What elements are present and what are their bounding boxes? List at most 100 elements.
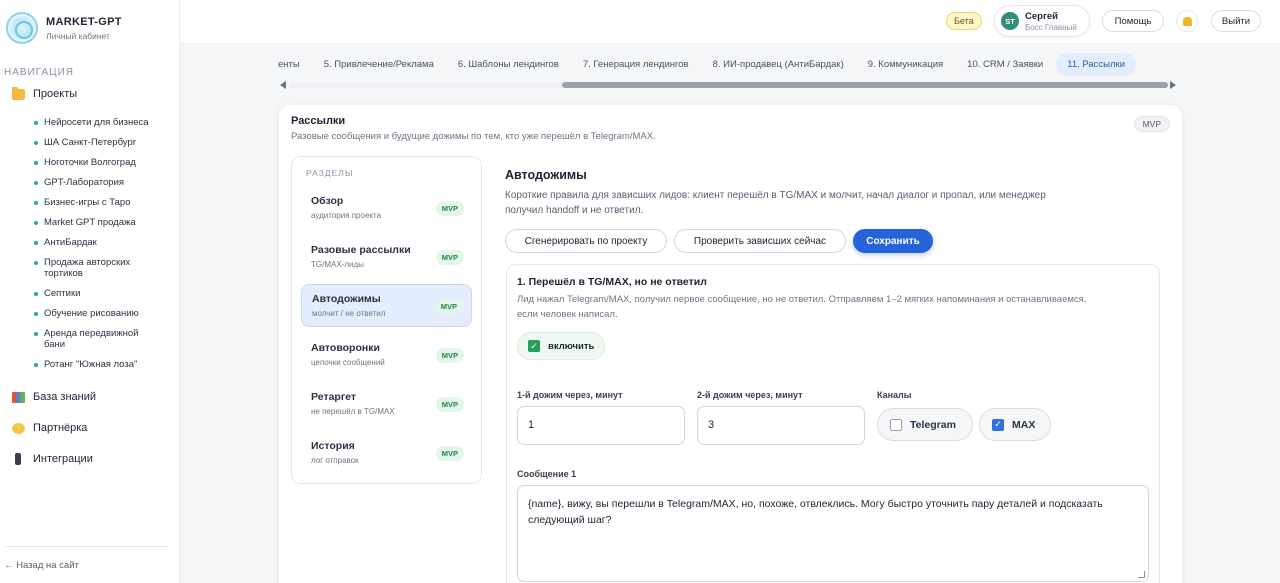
tab-ai-seller[interactable]: 8. ИИ-продавец (АнтиБардак)	[702, 53, 855, 76]
status-dot-icon	[34, 121, 38, 125]
books-icon	[12, 391, 25, 403]
status-dot-icon	[34, 261, 38, 265]
section-history[interactable]: История лог отправок MVP	[301, 432, 472, 475]
rule-title: 1. Перешёл в TG/MAX, но не ответил	[517, 276, 707, 288]
tab-communication[interactable]: 9. Коммуникация	[857, 53, 954, 76]
rule-card: 1. Перешёл в TG/MAX, но не ответил Лид н…	[506, 264, 1160, 583]
first-delay-label: 1-й дожим через, минут	[517, 390, 623, 400]
help-button[interactable]: Помощь	[1102, 10, 1164, 32]
checkbox-icon[interactable]	[890, 418, 902, 431]
brand[interactable]: MARKET-GPT Личный кабинет	[6, 12, 122, 44]
save-button[interactable]: Сохранить	[853, 229, 933, 253]
tab-crm[interactable]: 10. CRM / Заявки	[956, 53, 1054, 76]
user-menu[interactable]: ST Сергей Босс Главный	[994, 5, 1090, 37]
status-dot-icon	[34, 332, 38, 336]
section-auto-funnels[interactable]: Автоворонки цепочки сообщений MVP	[301, 334, 472, 377]
tab-landing-generation[interactable]: 7. Генерация лендингов	[572, 53, 700, 76]
resize-handle-icon[interactable]	[1138, 571, 1145, 578]
plug-icon	[15, 453, 21, 465]
status-dot-icon	[34, 312, 38, 316]
sidebar-item-partner[interactable]: Партнёрка	[12, 422, 87, 434]
status-dot-icon	[34, 221, 38, 225]
section-auto-followups[interactable]: Автодожимы молчит / не ответил MVP	[301, 284, 472, 327]
channel-max-toggle[interactable]: ✓ MAX	[979, 408, 1051, 441]
projects-list: Нейросети для бизнеса ША Санкт-Петербург…	[34, 117, 174, 379]
project-item[interactable]: Market GPT продажа	[34, 217, 174, 228]
beta-badge: Бета	[946, 12, 982, 30]
project-item[interactable]: Ротанг "Южная лоза"	[34, 359, 174, 370]
project-item[interactable]: Нейросети для бизнеса	[34, 117, 174, 128]
project-item[interactable]: Ноготочки Волгоград	[34, 157, 174, 168]
folder-icon	[12, 86, 25, 100]
rule-description: Лид нажал Telegram/MAX, получил первое с…	[517, 294, 1087, 320]
project-item[interactable]: Обучение рисованию	[34, 308, 174, 319]
nav-title: НАВИГАЦИЯ	[4, 67, 74, 78]
logout-button[interactable]: Выйти	[1211, 10, 1261, 32]
sidebar-item-label: База знаний	[33, 391, 97, 403]
project-item[interactable]: Аренда передвижной бани	[34, 328, 174, 350]
section-one-time[interactable]: Разовые рассылки TG/MAX-лиды MVP	[301, 236, 472, 279]
tabs-list: енты 5. Привлечение/Реклама 6. Шаблоны л…	[278, 53, 1138, 76]
channel-telegram-toggle[interactable]: Telegram	[877, 408, 973, 441]
status-dot-icon	[34, 201, 38, 205]
mvp-badge: MVP	[435, 446, 464, 461]
tab-mailings[interactable]: 11. Рассылки	[1056, 53, 1137, 76]
tab-clients[interactable]: енты	[278, 53, 311, 76]
sections-title: РАЗДЕЛЫ	[306, 168, 354, 178]
scroll-thumb[interactable]	[562, 82, 1168, 88]
sidebar-item-projects[interactable]: Проекты	[12, 86, 78, 100]
content-title: Автодожимы	[505, 168, 587, 182]
checkbox-checked-icon[interactable]: ✓	[528, 340, 540, 352]
tab-ads[interactable]: 5. Привлечение/Реклама	[313, 53, 445, 76]
sidebar-item-label: Интеграции	[33, 453, 93, 465]
status-dot-icon	[34, 141, 38, 145]
second-delay-input[interactable]: 3	[697, 406, 865, 445]
sidebar-item-label: Проекты	[33, 88, 78, 100]
status-dot-icon	[34, 181, 38, 185]
card-subtitle: Разовые сообщения и будущие дожимы по те…	[291, 131, 656, 142]
project-item[interactable]: ША Санкт-Петербург	[34, 137, 174, 148]
project-item[interactable]: АнтиБардак	[34, 237, 174, 248]
sidebar-item-knowledge[interactable]: База знаний	[12, 391, 96, 403]
status-dot-icon	[34, 161, 38, 165]
project-item[interactable]: Бизнес-игры с Таро	[34, 197, 174, 208]
sections-panel: РАЗДЕЛЫ Обзор аудитория проекта MVP Разо…	[291, 156, 482, 484]
first-delay-input[interactable]: 1	[517, 406, 685, 445]
user-name: Сергей	[1025, 10, 1059, 22]
status-dot-icon	[34, 292, 38, 296]
sidebar-item-integrations[interactable]: Интеграции	[12, 453, 93, 465]
generate-button[interactable]: Сгенерировать по проекту	[505, 229, 667, 253]
scroll-right-icon[interactable]	[1170, 81, 1176, 89]
checkbox-checked-icon[interactable]: ✓	[992, 418, 1004, 431]
brand-subtitle: Личный кабинет	[46, 30, 110, 41]
project-item[interactable]: Продажа авторских тортиков	[34, 257, 174, 279]
mvp-badge: MVP	[435, 348, 464, 363]
scroll-left-icon[interactable]	[280, 81, 286, 89]
project-item[interactable]: Септики	[34, 288, 174, 299]
logo-icon	[6, 12, 38, 44]
mvp-badge: MVP	[435, 201, 464, 216]
check-stuck-button[interactable]: Проверить зависших сейчас	[674, 229, 846, 253]
message-label: Сообщение 1	[517, 469, 577, 479]
bell-icon	[1182, 16, 1192, 26]
back-to-site-link[interactable]: ← Назад на сайт	[4, 560, 79, 571]
section-overview[interactable]: Обзор аудитория проекта MVP	[301, 187, 472, 230]
notifications-button[interactable]	[1176, 10, 1198, 32]
section-retarget[interactable]: Ретаргет не перешёл в TG/MAX MVP	[301, 383, 472, 426]
content-description: Короткие правила для зависших лидов: кли…	[505, 190, 1046, 216]
mailings-card: Рассылки Разовые сообщения и будущие дож…	[278, 104, 1183, 583]
handshake-icon	[12, 422, 25, 434]
sidebar-item-label: Партнёрка	[33, 422, 88, 434]
second-delay-label: 2-й дожим через, минут	[697, 390, 803, 400]
brand-name: MARKET-GPT	[46, 15, 122, 28]
tabs-scrollbar[interactable]	[278, 80, 1176, 90]
project-item[interactable]: GPT-Лаборатория	[34, 177, 174, 188]
message-textarea[interactable]: {name}, вижу, вы перешли в Telegram/MAX,…	[517, 485, 1149, 582]
channels-label: Каналы	[877, 390, 912, 400]
tab-landing-templates[interactable]: 6. Шаблоны лендингов	[447, 53, 570, 76]
card-title: Рассылки	[291, 115, 346, 127]
user-role: Босс Главный	[1025, 22, 1077, 32]
mvp-badge: MVP	[435, 397, 464, 412]
status-dot-icon	[34, 241, 38, 245]
enable-toggle[interactable]: ✓ включить	[517, 332, 606, 360]
